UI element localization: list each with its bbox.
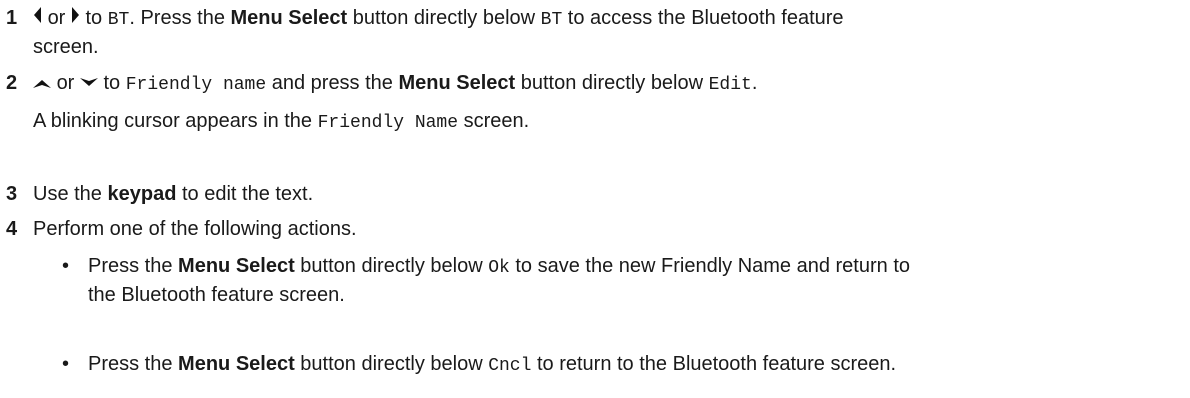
text-c: to access the Bluetooth feature [562, 7, 844, 29]
bullet-text-c: to save the new Friendly Name and return… [509, 255, 911, 277]
note-text-b: screen. [458, 110, 530, 132]
text-c: . [751, 72, 758, 94]
code-edit: Edit [708, 75, 752, 95]
step-1: 1 or to BT. Press the Menu Select button… [0, 5, 1190, 65]
code-bt-2: BT [540, 10, 563, 30]
bullet-marker: • [62, 255, 70, 277]
step-2: 2 or to Friendly name and press the Menu… [0, 70, 1190, 170]
code-cncl: Cncl [488, 356, 532, 376]
or-text: or [47, 7, 66, 29]
to-text: to [85, 7, 103, 29]
bullet-item: Press the Menu Select button directly be… [88, 253, 1180, 309]
text-b: to edit the text. [176, 183, 314, 205]
step-text: Use the keypad to edit the text. [33, 181, 1180, 208]
up-arrow-icon [33, 69, 51, 96]
menu-select-label: Menu Select [230, 7, 348, 29]
step-2-note: A blinking cursor appears in the Friendl… [33, 108, 529, 137]
text-a: Perform one of the following actions. [33, 218, 357, 240]
code-bt: BT [107, 10, 130, 30]
bullet-text-b: button directly below [294, 255, 489, 277]
bullet-text-a: Press the [88, 255, 179, 277]
text-a: Use the [33, 183, 108, 205]
step-number: 4 [6, 218, 18, 240]
bullet-text-d: the Bluetooth feature screen. [88, 284, 345, 306]
down-arrow-icon [79, 69, 98, 96]
left-arrow-icon [33, 4, 42, 31]
step-4: 4 Perform one of the following actions. … [0, 216, 1190, 396]
text-d: screen. [33, 36, 99, 58]
bullet-marker: • [62, 353, 70, 375]
step-number: 3 [6, 183, 18, 205]
note-text-a: A blinking cursor appears in the [33, 110, 318, 132]
bullet-item: Press the Menu Select button directly be… [88, 351, 1180, 380]
bullet-text-b: button directly below [294, 353, 489, 375]
menu-select-label: Menu Select [178, 255, 295, 277]
step-text: Perform one of the following actions. [33, 216, 1180, 243]
code-friendly-name-screen: Friendly Name [317, 113, 459, 133]
bullet-text-c: to return to the Bluetooth feature scree… [531, 353, 897, 375]
code-ok: Ok [488, 258, 510, 278]
menu-select-label: Menu Select [178, 353, 295, 375]
code-friendly-name: Friendly name [125, 75, 267, 95]
text-b: button directly below [515, 72, 709, 94]
or-text: or [56, 72, 75, 94]
step-text: or to Friendly name and press the Menu S… [33, 70, 1180, 99]
step-text: or to BT. Press the Menu Select button d… [33, 5, 1180, 61]
to-text: to [103, 72, 121, 94]
step-number: 2 [6, 72, 18, 94]
step-3: 3 Use the keypad to edit the text. [0, 181, 1190, 211]
text-b: button directly below [347, 7, 541, 29]
menu-select-label: Menu Select [398, 72, 516, 94]
text-a: . Press the [129, 7, 231, 29]
keypad-label: keypad [107, 183, 177, 205]
text-a: and press the [266, 72, 399, 94]
step-number: 1 [6, 7, 18, 29]
bullet-text-a: Press the [88, 353, 179, 375]
right-arrow-icon [71, 4, 80, 31]
